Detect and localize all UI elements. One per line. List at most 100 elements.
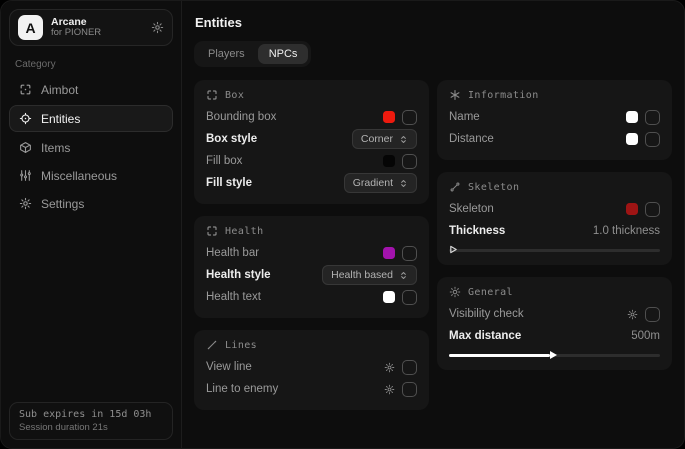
general-card: General Visibility check Max distance	[437, 277, 672, 370]
view-line-row: View line	[206, 356, 417, 378]
asterisk-icon	[449, 89, 461, 101]
page-title: Entities	[195, 15, 672, 30]
sidebar-item-settings[interactable]: Settings	[9, 191, 173, 216]
dropdown-value: Gradient	[353, 177, 393, 189]
app-logo: A	[18, 15, 43, 40]
row-label: Line to enemy	[206, 383, 278, 395]
max-distance-row: Max distance 500m	[449, 325, 660, 347]
skeleton-card: Skeleton Skeleton Thickness 1.0 thicknes…	[437, 172, 672, 265]
scan-corners-icon	[206, 225, 218, 237]
box-card: Box Bounding box Box style Corner	[194, 80, 429, 204]
sidebar-item-aimbot[interactable]: Aimbot	[9, 77, 173, 102]
chevron-up-down-icon	[399, 135, 408, 144]
tab-players[interactable]: Players	[197, 44, 256, 64]
skeleton-row: Skeleton	[449, 198, 660, 220]
subscription-info: Sub expires in 15d 03h Session duration …	[9, 402, 173, 440]
diagonal-line-icon	[206, 339, 218, 351]
row-label: Name	[449, 111, 480, 123]
gear-icon[interactable]	[151, 21, 164, 34]
card-title: Box	[225, 90, 244, 101]
fill-box-checkbox[interactable]	[402, 154, 417, 169]
app-subtitle: for PIONER	[51, 28, 143, 39]
sidebar-item-label: Aimbot	[41, 83, 78, 97]
row-label: Health text	[206, 291, 261, 303]
gear-icon	[19, 197, 32, 210]
health-bar-row: Health bar	[206, 242, 417, 264]
health-text-checkbox[interactable]	[402, 290, 417, 305]
row-label: Max distance	[449, 330, 521, 342]
color-swatch[interactable]	[383, 155, 395, 167]
row-label: Health bar	[206, 247, 259, 259]
color-swatch[interactable]	[383, 291, 395, 303]
card-title: Information	[468, 90, 539, 101]
row-label: Distance	[449, 133, 494, 145]
distance-checkbox[interactable]	[645, 132, 660, 147]
row-label: Bounding box	[206, 111, 276, 123]
sidebar-item-entities[interactable]: Entities	[9, 105, 173, 132]
box-style-row: Box style Corner	[206, 128, 417, 150]
name-row: Name	[449, 106, 660, 128]
card-title: General	[468, 287, 513, 298]
session-duration-text: Session duration 21s	[19, 422, 163, 433]
card-title: Health	[225, 226, 264, 237]
thickness-slider[interactable]	[449, 245, 660, 255]
card-title: Skeleton	[468, 182, 519, 193]
gear-icon[interactable]	[384, 384, 395, 395]
health-text-row: Health text	[206, 286, 417, 308]
sidebar-item-label: Entities	[41, 112, 80, 126]
row-label: Visibility check	[449, 308, 524, 320]
dropdown-value: Corner	[361, 133, 393, 145]
thickness-row: Thickness 1.0 thickness	[449, 220, 660, 242]
color-swatch[interactable]	[383, 247, 395, 259]
fill-style-row: Fill style Gradient	[206, 172, 417, 194]
line-to-enemy-row: Line to enemy	[206, 378, 417, 400]
health-bar-checkbox[interactable]	[402, 246, 417, 261]
box-style-dropdown[interactable]: Corner	[352, 129, 417, 149]
fill-box-row: Fill box	[206, 150, 417, 172]
bounding-box-checkbox[interactable]	[402, 110, 417, 125]
line-to-enemy-checkbox[interactable]	[402, 382, 417, 397]
row-label: Thickness	[449, 225, 505, 237]
visibility-check-row: Visibility check	[449, 303, 660, 325]
health-style-dropdown[interactable]: Health based	[322, 265, 417, 285]
color-swatch[interactable]	[626, 111, 638, 123]
row-label: View line	[206, 361, 252, 373]
crosshair-icon	[19, 83, 32, 96]
tab-npcs[interactable]: NPCs	[258, 44, 309, 64]
slider-handle[interactable]	[449, 241, 458, 259]
bounding-box-row: Bounding box	[206, 106, 417, 128]
information-card: Information Name Distance	[437, 80, 672, 160]
max-distance-slider[interactable]	[449, 350, 660, 360]
row-label: Health style	[206, 269, 271, 281]
target-icon	[19, 112, 32, 125]
color-swatch[interactable]	[626, 203, 638, 215]
row-label: Fill box	[206, 155, 242, 167]
gear-icon[interactable]	[384, 362, 395, 373]
view-line-checkbox[interactable]	[402, 360, 417, 375]
gear-icon[interactable]	[627, 309, 638, 320]
visibility-check-checkbox[interactable]	[645, 307, 660, 322]
dropdown-value: Health based	[331, 269, 393, 281]
sidebar-item-miscellaneous[interactable]: Miscellaneous	[9, 163, 173, 188]
main-content: Entities Players NPCs Box Bounding box	[182, 1, 684, 448]
slider-handle[interactable]	[550, 351, 557, 359]
health-style-row: Health style Health based	[206, 264, 417, 286]
color-swatch[interactable]	[383, 111, 395, 123]
max-distance-value: 500m	[631, 330, 660, 342]
fill-style-dropdown[interactable]: Gradient	[344, 173, 417, 193]
chevron-up-down-icon	[399, 179, 408, 188]
sidebar: A Arcane for PIONER Category Aimbot	[1, 1, 182, 448]
health-card: Health Health bar Health style Health ba…	[194, 216, 429, 318]
app-header-card: A Arcane for PIONER	[9, 9, 173, 46]
sidebar-item-label: Miscellaneous	[41, 169, 117, 183]
sub-expiry-text: Sub expires in 15d 03h	[19, 409, 163, 420]
lines-card: Lines View line Line to enemy	[194, 330, 429, 410]
name-checkbox[interactable]	[645, 110, 660, 125]
skeleton-checkbox[interactable]	[645, 202, 660, 217]
sidebar-item-items[interactable]: Items	[9, 135, 173, 160]
color-swatch[interactable]	[626, 133, 638, 145]
sidebar-item-label: Items	[41, 141, 70, 155]
chevron-up-down-icon	[399, 271, 408, 280]
row-label: Fill style	[206, 177, 252, 189]
row-label: Skeleton	[449, 203, 494, 215]
